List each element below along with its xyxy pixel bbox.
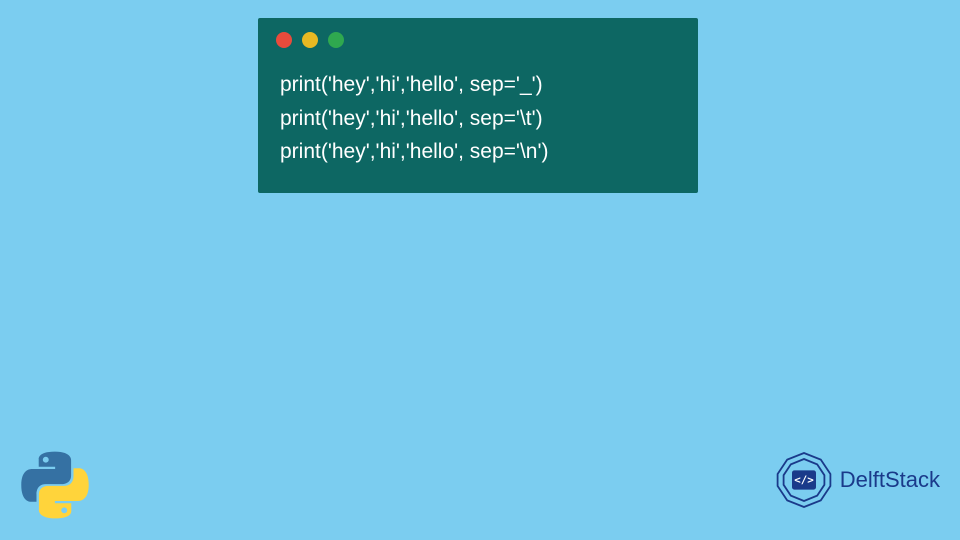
code-line: print('hey','hi','hello', sep='\t')	[280, 102, 676, 136]
maximize-dot-icon	[328, 32, 344, 48]
delftstack-name: DelftStack	[840, 467, 940, 493]
code-window: print('hey','hi','hello', sep='_') print…	[258, 18, 698, 193]
svg-text:</>: </>	[794, 474, 814, 487]
close-dot-icon	[276, 32, 292, 48]
delftstack-logo: </> DelftStack	[774, 450, 940, 510]
window-titlebar	[258, 18, 698, 54]
code-body: print('hey','hi','hello', sep='_') print…	[258, 54, 698, 193]
python-logo-icon	[20, 450, 90, 520]
minimize-dot-icon	[302, 32, 318, 48]
delftstack-badge-icon: </>	[774, 450, 834, 510]
code-line: print('hey','hi','hello', sep='\n')	[280, 135, 676, 169]
code-line: print('hey','hi','hello', sep='_')	[280, 68, 676, 102]
